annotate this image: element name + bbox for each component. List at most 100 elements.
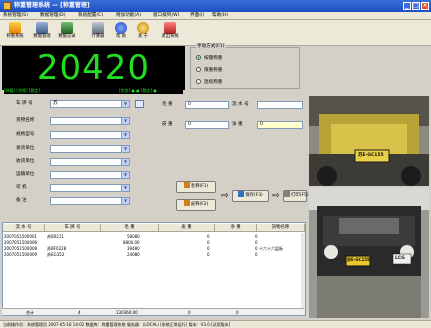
col-net[interactable]: 净 重 bbox=[215, 224, 257, 232]
display-status: [称量] [合格] [稳定] [状态] ● ● [稳定] ● bbox=[4, 88, 183, 94]
plate-label: 车 牌 号 bbox=[16, 101, 33, 106]
carrier-label: 运输单位 bbox=[16, 172, 35, 177]
col-plate[interactable]: 车 牌 号 bbox=[45, 224, 101, 232]
serial-label: 流 水 号 bbox=[232, 102, 249, 107]
menu-interface[interactable]: 界面(I) bbox=[190, 12, 204, 20]
camera-2-side-plate: LCG bbox=[395, 256, 405, 261]
chevron-down-icon[interactable]: ▼ bbox=[121, 101, 129, 107]
mode-option-limit[interactable]: 限重称重 bbox=[196, 67, 296, 74]
weigh-tare-button[interactable]: 皮称(F2) bbox=[176, 199, 216, 211]
radio-icon bbox=[196, 67, 201, 72]
col-serial[interactable]: 流 水 号 bbox=[3, 224, 45, 232]
mode-option-continuous[interactable]: 连续称重 bbox=[196, 79, 296, 86]
receiver-input[interactable]: ▼ bbox=[50, 158, 130, 166]
camera-1-image bbox=[309, 96, 429, 186]
close-button[interactable]: × bbox=[421, 2, 429, 10]
minimize-button[interactable]: _ bbox=[403, 2, 411, 10]
exit-button[interactable]: 退出系统 bbox=[158, 21, 182, 45]
menu-window[interactable]: 窗口排列(W) bbox=[153, 12, 180, 20]
table-scrollbar[interactable] bbox=[301, 233, 305, 315]
menu-data[interactable]: 数据管理(D) bbox=[40, 12, 66, 20]
help-button[interactable]: 帮 助 bbox=[109, 21, 133, 45]
menu-system[interactable]: 系统管理(S) bbox=[3, 12, 28, 20]
net-label: 净 重 bbox=[232, 122, 243, 127]
plate-input[interactable]: 苏 ▼ bbox=[50, 100, 130, 108]
receiver-label: 收货单位 bbox=[16, 159, 35, 164]
exit-icon bbox=[164, 22, 176, 34]
data-manage-button[interactable]: 数据管理 bbox=[30, 21, 54, 45]
total-gross: 130360.00 bbox=[116, 310, 138, 315]
chevron-down-icon[interactable]: ▼ bbox=[121, 172, 129, 178]
total-count: 4 bbox=[78, 310, 81, 315]
goods-label: 货物名称 bbox=[16, 118, 35, 123]
col-goods[interactable]: 货物名称 bbox=[257, 224, 305, 232]
save-icon bbox=[238, 191, 245, 197]
truck-icon bbox=[183, 182, 190, 188]
data-record-button[interactable]: 数据记录 bbox=[55, 21, 79, 45]
app-icon bbox=[3, 2, 11, 10]
col-gross[interactable]: 毛 重 bbox=[101, 224, 159, 232]
records-table: 流 水 号 车 牌 号 毛 重 皮 重 净 重 货物名称 20070515000… bbox=[2, 222, 306, 316]
net-value: 0 bbox=[257, 121, 303, 129]
camera-view-2: 苏E·GC155 LCG bbox=[309, 188, 429, 318]
records-icon bbox=[61, 22, 73, 34]
menu-config[interactable]: 系统配置(C) bbox=[78, 12, 103, 20]
weigh-gross-button[interactable]: 毛称(F1) bbox=[176, 181, 216, 193]
menu-help[interactable]: 帮助(H) bbox=[212, 12, 228, 20]
table-row[interactable]: 2007051500009 苏EG352 24080 0 0 bbox=[3, 252, 305, 258]
window-title: 称重管理系统 — [称重管理] bbox=[14, 2, 90, 9]
display-status-left: [称量] [合格] [稳定] bbox=[4, 88, 40, 93]
gross-value: 0 bbox=[185, 101, 229, 109]
sender-label: 发货单位 bbox=[16, 146, 35, 151]
print-button[interactable]: 打印(F5) bbox=[283, 190, 309, 202]
info-icon bbox=[137, 22, 149, 34]
menu-extra[interactable]: 附加功能(A) bbox=[116, 12, 141, 20]
truck-icon bbox=[183, 200, 190, 206]
chevron-down-icon[interactable]: ▼ bbox=[121, 146, 129, 152]
chevron-down-icon[interactable]: ▼ bbox=[121, 185, 129, 191]
serial-input[interactable] bbox=[257, 101, 303, 109]
radio-selected-icon bbox=[196, 55, 201, 60]
display-status-right: [状态] ● ● [稳定] ● bbox=[119, 88, 157, 93]
total-net: 0 bbox=[236, 310, 239, 315]
calculator-button[interactable]: 计算器 bbox=[86, 21, 110, 45]
camera-2-image bbox=[309, 188, 429, 318]
arrow-right-icon: ⇨ bbox=[221, 191, 229, 201]
menu-bar: 系统管理(S) 数据管理(D) 系统配置(C) 附加功能(A) 窗口排列(W) … bbox=[0, 12, 431, 20]
total-tare: 0 bbox=[188, 310, 191, 315]
goods-input[interactable]: ▼ bbox=[50, 117, 130, 125]
tare-value: 0 bbox=[185, 121, 229, 129]
title-bar: 称重管理系统 — [称重管理] _ □ × bbox=[0, 0, 431, 12]
help-icon bbox=[115, 22, 127, 34]
remark-label: 备 注 bbox=[16, 198, 27, 203]
status-text: 当前操作员：系统管理员 2007-05-16 14:02 数据库：称重管理系统 … bbox=[3, 322, 231, 327]
mode-option-key[interactable]: 按键称重 bbox=[196, 55, 296, 62]
camera-view-1: 苏E·GC155 bbox=[309, 96, 429, 186]
chevron-down-icon[interactable]: ▼ bbox=[121, 132, 129, 138]
maximize-button[interactable]: □ bbox=[412, 2, 420, 10]
chevron-down-icon[interactable]: ▼ bbox=[121, 159, 129, 165]
camera-2-plate: 苏E·GC155 bbox=[347, 257, 370, 262]
weigh-system-button[interactable]: 称重系统 bbox=[3, 21, 27, 45]
spec-label: 规格型号 bbox=[16, 132, 35, 137]
driver-label: 司 机 bbox=[16, 185, 27, 190]
total-label: 合计 bbox=[26, 310, 34, 315]
calculator-icon bbox=[92, 22, 104, 34]
about-button[interactable]: 关 于 bbox=[131, 21, 155, 45]
col-tare[interactable]: 皮 重 bbox=[159, 224, 215, 232]
mode-group-title: 手动方式(F1) bbox=[196, 43, 226, 50]
tare-label: 皮 重 bbox=[162, 122, 173, 127]
save-button[interactable]: 保存(F3) bbox=[232, 190, 269, 202]
scale-icon bbox=[9, 22, 21, 34]
driver-input[interactable]: ▼ bbox=[50, 184, 130, 192]
camera-1-plate: 苏E·GC155 bbox=[358, 153, 384, 158]
table-total-row: 合计 4 130360.00 0 0 bbox=[2, 308, 304, 315]
chevron-down-icon[interactable]: ▼ bbox=[121, 198, 129, 204]
sender-input[interactable]: ▼ bbox=[50, 145, 130, 153]
spec-input[interactable]: ▼ bbox=[50, 131, 130, 139]
chevron-down-icon[interactable]: ▼ bbox=[121, 118, 129, 124]
carrier-input[interactable]: ▼ bbox=[50, 171, 130, 179]
remark-input[interactable]: ▼ bbox=[50, 197, 130, 205]
printer-icon bbox=[284, 191, 290, 197]
plate-lookup-button[interactable] bbox=[135, 100, 144, 108]
